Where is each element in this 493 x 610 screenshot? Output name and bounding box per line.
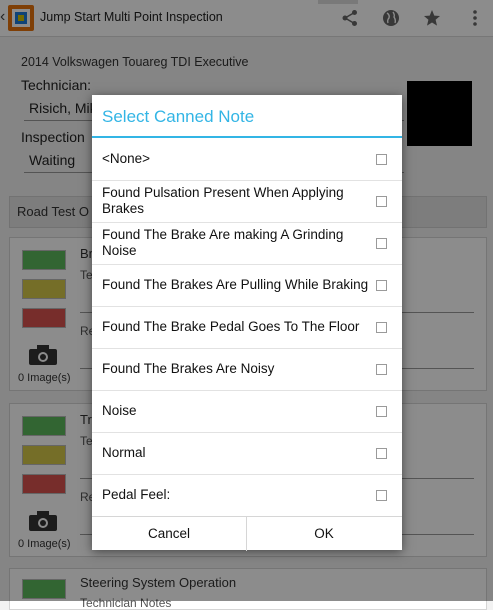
canned-note-item[interactable]: <None> xyxy=(92,138,402,181)
canned-note-label: Found The Brake Pedal Goes To The Floor xyxy=(102,319,360,334)
dialog-button-bar: Cancel OK xyxy=(92,516,402,551)
canned-note-checkbox[interactable] xyxy=(376,196,387,207)
canned-note-label: Noise xyxy=(102,403,137,418)
canned-note-checkbox[interactable] xyxy=(376,364,387,375)
canned-note-checkbox[interactable] xyxy=(376,238,387,249)
ok-button[interactable]: OK xyxy=(247,517,401,551)
canned-note-label: Pedal Feel: xyxy=(102,487,171,502)
canned-note-checkbox[interactable] xyxy=(376,406,387,417)
canned-note-item[interactable]: Found The Brake Are making A Grinding No… xyxy=(92,222,402,265)
canned-note-checkbox[interactable] xyxy=(376,448,387,459)
canned-note-label: <None> xyxy=(102,151,151,166)
canned-note-label: Normal xyxy=(102,445,146,460)
canned-note-label: Found Pulsation Present When Applying Br… xyxy=(102,185,344,216)
canned-note-item[interactable]: Found Pulsation Present When Applying Br… xyxy=(92,180,402,223)
canned-note-label: Found The Brakes Are Pulling While Braki… xyxy=(102,277,369,292)
dialog-title: Select Canned Note xyxy=(102,107,255,126)
canned-note-checkbox[interactable] xyxy=(376,154,387,165)
canned-note-item[interactable]: Noise xyxy=(92,390,402,433)
canned-note-label: Found The Brake Are making A Grinding No… xyxy=(102,227,344,258)
canned-note-checkbox[interactable] xyxy=(376,280,387,291)
canned-note-checkbox[interactable] xyxy=(376,322,387,333)
canned-note-dialog: Select Canned Note <None> Found Pulsatio… xyxy=(92,95,402,551)
canned-note-item[interactable]: Found The Brakes Are Pulling While Braki… xyxy=(92,264,402,307)
canned-note-item[interactable]: Normal xyxy=(92,432,402,475)
canned-note-label: Found The Brakes Are Noisy xyxy=(102,361,275,376)
canned-note-item[interactable]: Pedal Feel: xyxy=(92,474,402,516)
canned-note-item[interactable]: Found The Brakes Are Noisy xyxy=(92,348,402,391)
cancel-button[interactable]: Cancel xyxy=(92,517,247,551)
canned-note-checkbox[interactable] xyxy=(376,490,387,501)
canned-note-item[interactable]: Found The Brake Pedal Goes To The Floor xyxy=(92,306,402,349)
